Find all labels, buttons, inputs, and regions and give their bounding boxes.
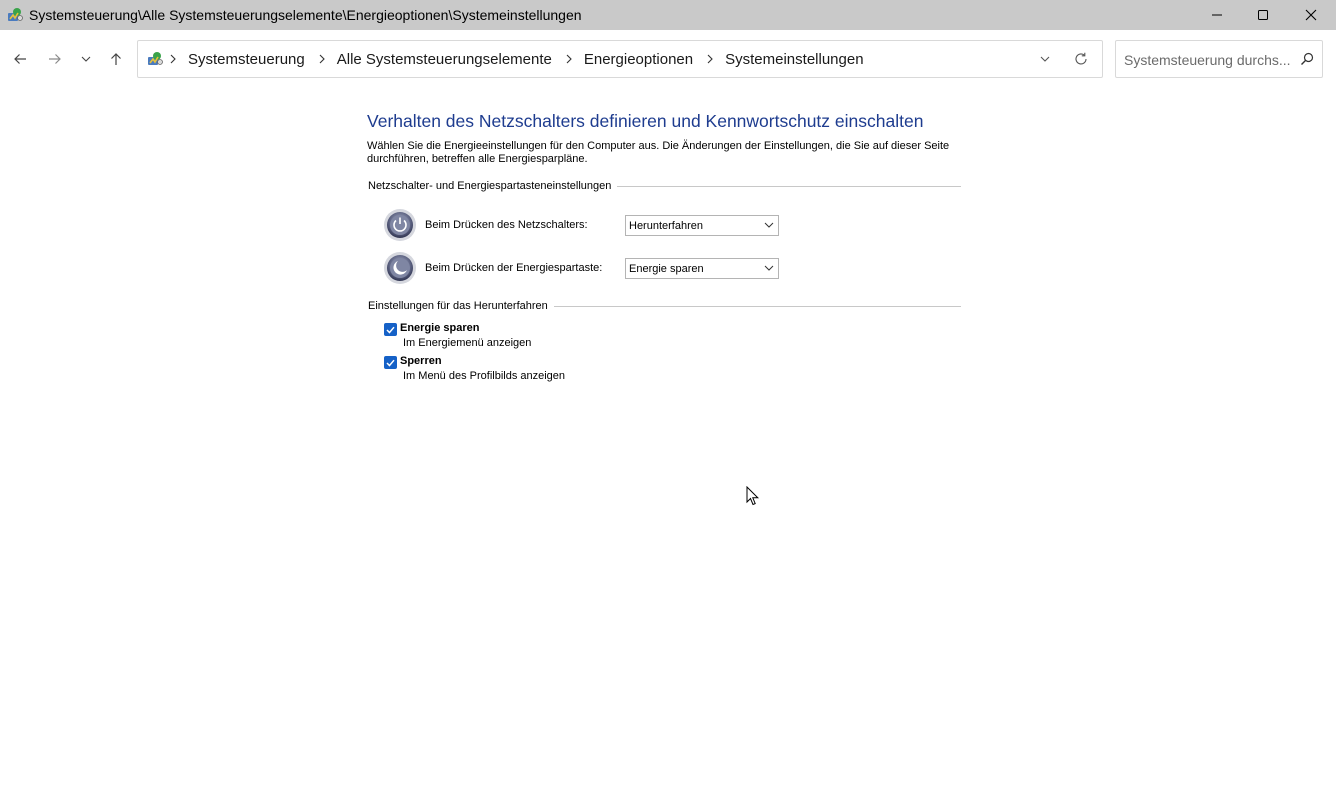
shutdown-settings-group-header: Einstellungen für das Herunterfahren bbox=[368, 299, 961, 313]
breadcrumb-item[interactable]: Energieoptionen bbox=[584, 51, 693, 68]
sleep-button-action-select[interactable]: Energie sparen bbox=[625, 258, 779, 279]
breadcrumb-item[interactable]: Systemsteuerung bbox=[188, 51, 305, 68]
arrow-left-icon bbox=[14, 54, 26, 64]
forward-button[interactable] bbox=[42, 47, 68, 71]
breadcrumb-item[interactable]: Systemeinstellungen bbox=[725, 51, 863, 68]
breadcrumb-item[interactable]: Alle Systemsteuerungselemente bbox=[337, 51, 552, 68]
checkmark-icon bbox=[386, 359, 395, 367]
select-value: Herunterfahren bbox=[629, 219, 703, 232]
divider bbox=[553, 305, 961, 307]
chevron-right-icon[interactable] bbox=[319, 54, 327, 64]
address-history-button[interactable] bbox=[1036, 51, 1054, 67]
close-button[interactable] bbox=[1288, 0, 1334, 30]
up-button[interactable] bbox=[103, 47, 129, 71]
lock-option-label[interactable]: Sperren bbox=[400, 355, 442, 367]
chevron-down-icon bbox=[1040, 56, 1050, 62]
chevron-down-icon bbox=[81, 56, 91, 62]
mouse-cursor-icon bbox=[746, 486, 760, 506]
recent-locations-button[interactable] bbox=[73, 47, 99, 71]
sleep-checkbox[interactable] bbox=[384, 323, 397, 336]
chevron-down-icon bbox=[764, 265, 774, 271]
chevron-right-icon[interactable] bbox=[170, 54, 178, 64]
lock-option-sublabel: Im Menü des Profilbilds anzeigen bbox=[403, 370, 566, 382]
search-input[interactable] bbox=[1124, 50, 1294, 70]
breadcrumb: Systemsteuerung Alle Systemsteuerungsele… bbox=[170, 41, 864, 77]
page-title: Verhalten des Netzschalters definieren u… bbox=[367, 111, 924, 131]
maximize-button[interactable] bbox=[1240, 0, 1286, 30]
group-header-label: Einstellungen für das Herunterfahren bbox=[368, 300, 548, 312]
back-button[interactable] bbox=[7, 47, 33, 71]
title-bar: Systemsteuerung\Alle Systemsteuerungsele… bbox=[0, 0, 1336, 30]
window-title: Systemsteuerung\Alle Systemsteuerungsele… bbox=[29, 7, 582, 23]
page-description: Wählen Sie die Energieeinstellungen für … bbox=[367, 140, 950, 165]
group-header-label: Netzschalter- und Energiespartasteneinst… bbox=[368, 180, 612, 192]
chevron-down-icon bbox=[764, 222, 774, 228]
sleep-option-label[interactable]: Energie sparen bbox=[400, 322, 479, 334]
arrow-right-icon bbox=[49, 54, 61, 64]
sleep-button-setting: Beim Drücken der Energiespartaste: Energ… bbox=[383, 251, 783, 285]
sleep-option-sublabel: Im Energiemenü anzeigen bbox=[403, 337, 532, 349]
chevron-right-icon[interactable] bbox=[566, 54, 574, 64]
refresh-icon bbox=[1075, 52, 1087, 65]
power-button-action-select[interactable]: Herunterfahren bbox=[625, 215, 779, 236]
power-buttons-group-header: Netzschalter- und Energiespartasteneinst… bbox=[368, 179, 961, 193]
chevron-right-icon[interactable] bbox=[707, 54, 715, 64]
arrow-up-icon bbox=[111, 53, 121, 65]
control-panel-icon bbox=[6, 6, 24, 24]
minimize-button[interactable] bbox=[1194, 0, 1240, 30]
refresh-button[interactable] bbox=[1072, 50, 1090, 68]
power-button-setting: Beim Drücken des Netzschalters: Herunter… bbox=[383, 208, 783, 242]
sleep-button-icon bbox=[383, 251, 417, 285]
checkmark-icon bbox=[386, 326, 395, 334]
search-icon[interactable] bbox=[1300, 52, 1314, 66]
select-value: Energie sparen bbox=[629, 262, 704, 275]
search-box[interactable] bbox=[1115, 40, 1323, 78]
divider bbox=[617, 185, 961, 187]
address-bar[interactable]: Systemsteuerung Alle Systemsteuerungsele… bbox=[137, 40, 1103, 78]
power-button-icon bbox=[383, 208, 417, 242]
control-panel-icon bbox=[146, 50, 164, 68]
lock-checkbox[interactable] bbox=[384, 356, 397, 369]
navigation-bar: Systemsteuerung Alle Systemsteuerungsele… bbox=[0, 30, 1336, 86]
power-button-label: Beim Drücken des Netzschalters: bbox=[425, 219, 588, 231]
sleep-button-label: Beim Drücken der Energiespartaste: bbox=[425, 262, 603, 274]
